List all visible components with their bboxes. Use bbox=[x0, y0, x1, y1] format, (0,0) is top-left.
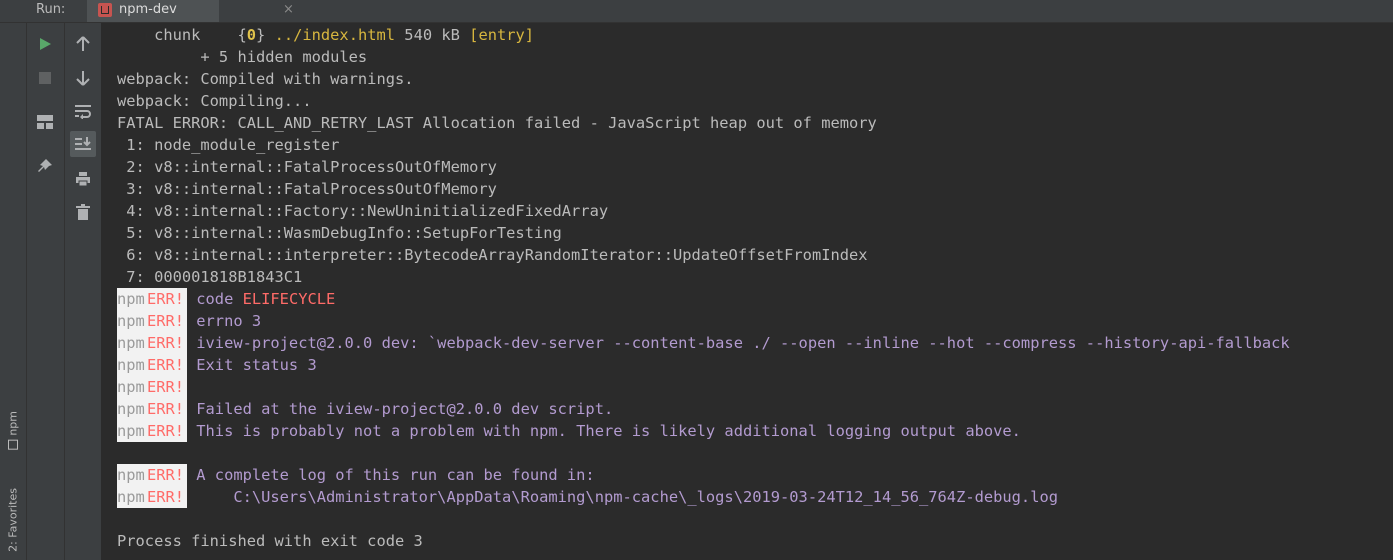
run-label: Run: bbox=[36, 2, 66, 17]
chunk-mid: } bbox=[256, 26, 275, 44]
console-line-chunk: chunk {0} ../index.html 540 kB [entry] bbox=[117, 24, 534, 46]
stack-line: 5: v8::internal::WasmDebugInfo::SetupFor… bbox=[117, 224, 562, 242]
err-tag: ERR! bbox=[147, 464, 187, 486]
console-line: webpack: Compiled with warnings. bbox=[117, 70, 414, 88]
npm-tag: npm bbox=[117, 398, 147, 420]
arrow-up-icon[interactable] bbox=[70, 31, 96, 57]
err-message: errno 3 bbox=[187, 312, 262, 330]
play-icon[interactable] bbox=[32, 31, 58, 57]
close-icon[interactable]: × bbox=[283, 2, 294, 17]
process-finished-line: Process finished with exit code 3 bbox=[117, 532, 423, 550]
npm-err-line: npm ERR! code ELIFECYCLE bbox=[117, 288, 335, 310]
npm-err-line: npm ERR! Failed at the iview-project@2.0.… bbox=[117, 398, 613, 420]
err-tag: ERR! bbox=[147, 486, 187, 508]
npm-err-line: npm ERR! A complete log of this run can b… bbox=[117, 464, 595, 486]
run-tab-bar: Run: npm-dev × bbox=[0, 0, 1393, 23]
npm-window-icon bbox=[8, 439, 18, 450]
stack-line: 7: 000001818B1843C1 bbox=[117, 268, 303, 286]
console-actions-toolbar bbox=[65, 23, 102, 560]
err-tag: ERR! bbox=[147, 332, 187, 354]
npm-tag: npm bbox=[117, 420, 147, 442]
arrow-down-icon[interactable] bbox=[70, 65, 96, 91]
err-tag: ERR! bbox=[147, 420, 187, 442]
log-path-link[interactable]: C:\Users\Administrator\AppData\Roaming\n… bbox=[187, 488, 1058, 506]
npm-tag: npm bbox=[117, 288, 147, 310]
run-actions-toolbar bbox=[27, 23, 65, 560]
err-tag: ERR! bbox=[147, 288, 187, 310]
err-message: A complete log of this run can be found … bbox=[187, 466, 595, 484]
trash-icon[interactable] bbox=[70, 199, 96, 225]
tab-title: npm-dev bbox=[119, 2, 177, 17]
stack-line: 2: v8::internal::FatalProcessOutOfMemory bbox=[117, 158, 497, 176]
err-message: This is probably not a problem with npm.… bbox=[187, 422, 1021, 440]
err-tag: ERR! bbox=[147, 310, 187, 332]
chunk-id: 0 bbox=[246, 26, 257, 44]
favorites-tool-button[interactable]: 2: Favorites bbox=[4, 488, 22, 552]
npm-err-line: npm ERR! bbox=[117, 376, 187, 398]
npm-tool-button[interactable]: npm bbox=[4, 411, 22, 450]
chunk-size: 540 kB bbox=[395, 26, 470, 44]
stack-line: 6: v8::internal::interpreter::BytecodeAr… bbox=[117, 246, 868, 264]
err-tag: ERR! bbox=[147, 398, 187, 420]
console-line: + 5 hidden modules bbox=[117, 48, 368, 66]
console-line: webpack: Compiling... bbox=[117, 92, 312, 110]
chunk-prefix: chunk { bbox=[117, 26, 247, 44]
console-output[interactable]: chunk {0} ../index.html 540 kB [entry] +… bbox=[102, 23, 1393, 560]
err-message: Failed at the iview-project@2.0.0 dev sc… bbox=[187, 400, 614, 418]
stack-line: 1: node_module_register bbox=[117, 136, 340, 154]
npm-tag: npm bbox=[117, 332, 147, 354]
npm-err-line: npm ERR! C:\Users\Administrator\AppData\R… bbox=[117, 486, 1058, 508]
npm-tag: npm bbox=[117, 310, 147, 332]
print-icon[interactable] bbox=[70, 166, 96, 192]
npm-tag: npm bbox=[117, 376, 147, 398]
chunk-file: ../index.html bbox=[274, 26, 396, 44]
npm-err-line: npm ERR! This is probably not a problem w… bbox=[117, 420, 1021, 442]
tab-npm-dev[interactable]: npm-dev × bbox=[87, 0, 294, 22]
err-message: iview-project@2.0.0 dev: `webpack-dev-se… bbox=[187, 334, 1290, 352]
console-line-fatal: FATAL ERROR: CALL_AND_RETRY_LAST Allocat… bbox=[117, 114, 877, 132]
soft-wrap-icon[interactable] bbox=[70, 98, 96, 124]
npm-err-line: npm ERR! Exit status 3 bbox=[117, 354, 317, 376]
layout-icon[interactable] bbox=[32, 109, 58, 135]
left-tool-strip: npm 2: Favorites bbox=[0, 23, 27, 560]
npm-config-icon bbox=[98, 3, 112, 17]
err-code-label: code bbox=[187, 290, 243, 308]
stop-icon[interactable] bbox=[32, 65, 58, 91]
npm-tag: npm bbox=[117, 354, 147, 376]
favorites-tool-label: 2: Favorites bbox=[6, 488, 20, 552]
err-tag: ERR! bbox=[147, 354, 187, 376]
npm-tag: npm bbox=[117, 464, 147, 486]
run-tool-window: Run: npm-dev × npm 2: Favorites chunk {0… bbox=[0, 0, 1393, 560]
stack-line: 3: v8::internal::FatalProcessOutOfMemory bbox=[117, 180, 497, 198]
err-code-value: ELIFECYCLE bbox=[242, 290, 336, 308]
err-tag: ERR! bbox=[147, 376, 187, 398]
npm-tool-label: npm bbox=[6, 411, 20, 436]
chunk-tag: [entry] bbox=[469, 26, 535, 44]
pin-icon[interactable] bbox=[32, 153, 58, 179]
err-message: Exit status 3 bbox=[187, 356, 317, 374]
npm-tag: npm bbox=[117, 486, 147, 508]
npm-err-line: npm ERR! errno 3 bbox=[117, 310, 261, 332]
scroll-to-end-icon[interactable] bbox=[70, 131, 96, 157]
stack-line: 4: v8::internal::Factory::NewUninitializ… bbox=[117, 202, 609, 220]
npm-err-line: npm ERR! iview-project@2.0.0 dev: `webpac… bbox=[117, 332, 1290, 354]
